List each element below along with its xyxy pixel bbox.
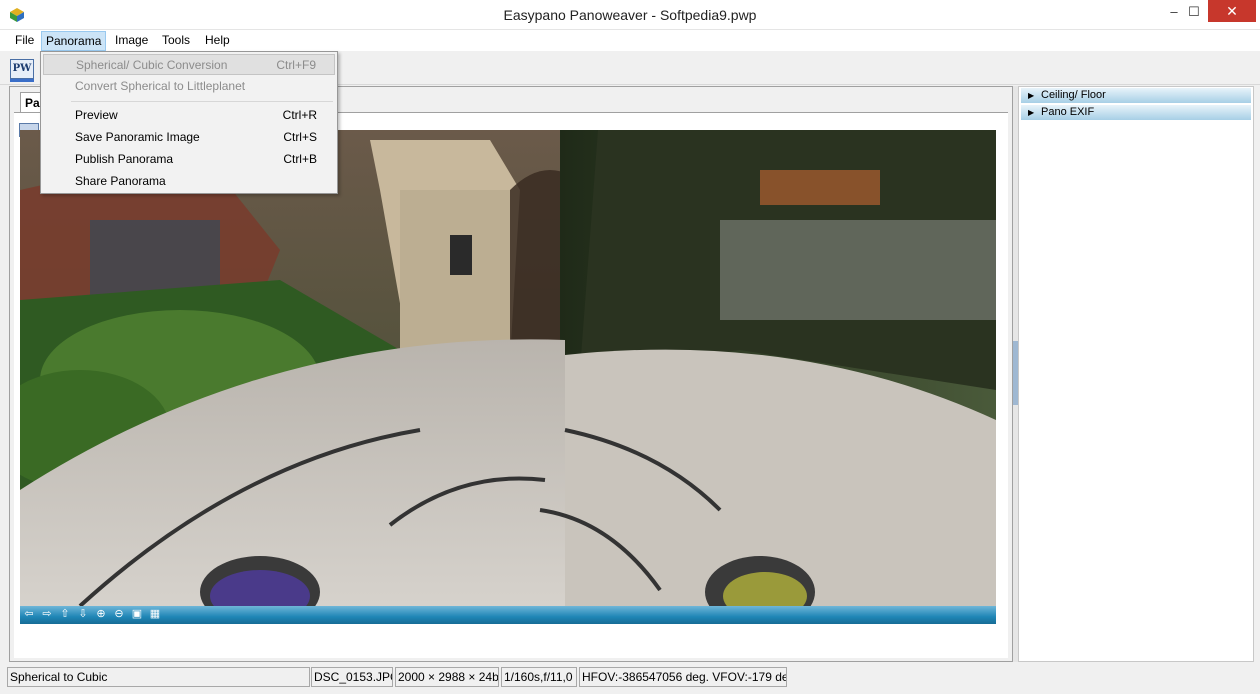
menu-help[interactable]: Help <box>201 31 234 51</box>
arrow-down-icon[interactable]: ⇩ <box>76 608 90 621</box>
status-fov: HFOV:-386547056 deg. VFOV:-179 deg <box>579 667 787 687</box>
fit-icon[interactable]: ▣ <box>130 608 144 621</box>
menu-file[interactable]: File <box>11 31 38 51</box>
status-filename: DSC_0153.JPG <box>311 667 393 687</box>
zoom-in-icon[interactable]: ⊕ <box>94 608 108 621</box>
title-bar: Easypano Panoweaver - Softpedia9.pwp – ☐… <box>0 0 1260 30</box>
menu-item-preview[interactable]: Preview Ctrl+R <box>43 105 335 126</box>
menu-item-label: Publish Panorama <box>75 152 174 166</box>
close-button[interactable]: ✕ <box>1208 0 1256 22</box>
menu-image[interactable]: Image <box>111 31 152 51</box>
tab-panorama[interactable]: Pa <box>20 92 42 112</box>
panorama-menu-dropdown: Spherical/ Cubic Conversion Ctrl+F9 Conv… <box>40 51 338 194</box>
zoom-out-icon[interactable]: ⊖ <box>112 608 126 621</box>
menu-item-convert-littleplanet[interactable]: Convert Spherical to Littleplanet <box>43 76 335 97</box>
menu-item-share-panorama[interactable]: Share Panorama <box>43 171 335 192</box>
panorama-viewer[interactable] <box>20 130 996 606</box>
menu-item-label: Spherical/ Cubic Conversion <box>76 58 228 72</box>
menu-item-spherical-cubic-conversion[interactable]: Spherical/ Cubic Conversion Ctrl+F9 <box>43 54 335 75</box>
panel-item-label: Pano EXIF <box>1041 106 1095 118</box>
viewer-navigation-bar: ⇦ ⇨ ⇧ ⇩ ⊕ ⊖ ▣ ▦ <box>20 606 996 624</box>
panorama-image <box>20 130 996 606</box>
expand-arrow-icon: ▶ <box>1028 108 1035 117</box>
menu-item-shortcut: Ctrl+R <box>282 108 317 122</box>
panel-item-ceiling-floor[interactable]: ▶ Ceiling/ Floor <box>1021 88 1251 103</box>
arrow-left-icon[interactable]: ⇦ <box>22 608 36 621</box>
menu-panorama[interactable]: Panorama <box>41 31 107 51</box>
menu-tools[interactable]: Tools <box>158 31 194 51</box>
status-dimensions: 2000 × 2988 × 24b <box>395 667 499 687</box>
maximize-button[interactable]: ☐ <box>1180 0 1208 26</box>
fullscreen-icon[interactable]: ▦ <box>148 608 162 621</box>
status-exposure: 1/160s,f/11,0 <box>501 667 577 687</box>
menu-item-shortcut: Ctrl+F9 <box>276 58 316 72</box>
menu-item-shortcut: Ctrl+S <box>283 130 317 144</box>
menu-item-publish-panorama[interactable]: Publish Panorama Ctrl+B <box>43 149 335 170</box>
expand-arrow-icon: ▶ <box>1028 91 1035 100</box>
menu-item-label: Save Panoramic Image <box>75 130 200 144</box>
menu-item-save-panoramic-image[interactable]: Save Panoramic Image Ctrl+S <box>43 127 335 148</box>
menu-bar: File Panorama Image Tools Help <box>0 30 1260 51</box>
menu-separator <box>71 101 333 102</box>
menu-item-label: Convert Spherical to Littleplanet <box>75 79 246 93</box>
panel-item-pano-exif[interactable]: ▶ Pano EXIF <box>1021 105 1251 120</box>
status-bar: Spherical to Cubic DSC_0153.JPG 2000 × 2… <box>0 663 1260 694</box>
properties-panel: ▶ Ceiling/ Floor ▶ Pano EXIF <box>1018 86 1254 662</box>
arrow-up-icon[interactable]: ⇧ <box>58 608 72 621</box>
menu-item-shortcut: Ctrl+B <box>283 152 317 166</box>
arrow-right-icon[interactable]: ⇨ <box>40 608 54 621</box>
status-mode: Spherical to Cubic <box>7 667 310 687</box>
panel-item-label: Ceiling/ Floor <box>1041 89 1106 101</box>
pw-logo-button[interactable]: PW <box>10 59 34 82</box>
menu-item-label: Share Panorama <box>75 174 166 188</box>
menu-item-label: Preview <box>75 108 118 122</box>
window-title: Easypano Panoweaver - Softpedia9.pwp <box>503 7 757 23</box>
